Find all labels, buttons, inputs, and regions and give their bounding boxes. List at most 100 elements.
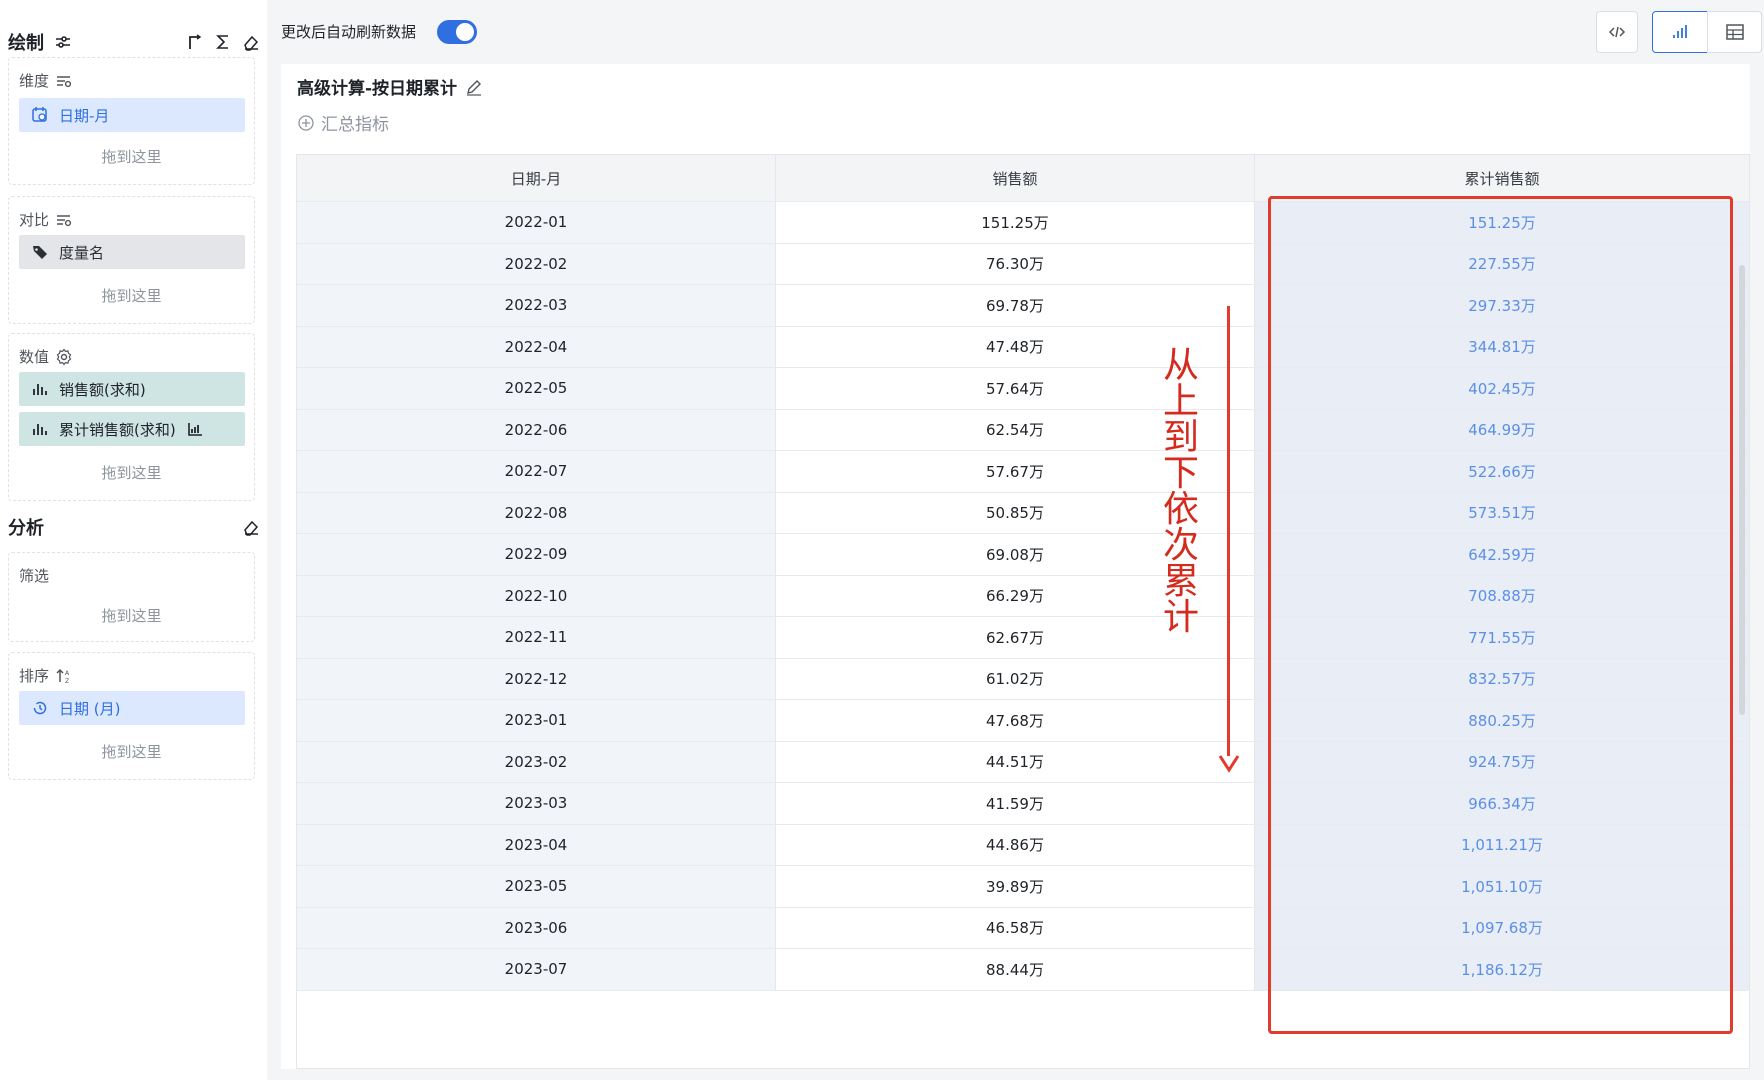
sort-title: 排序 [19, 667, 50, 685]
list-settings-icon[interactable] [55, 211, 73, 229]
sort-az-icon[interactable]: AZ [55, 667, 73, 685]
eraser-icon[interactable] [242, 518, 260, 536]
table-cell-cumulative: 1,051.10万 [1255, 866, 1749, 907]
table-cell-cumulative: 227.55万 [1255, 243, 1749, 284]
gear-icon[interactable] [55, 348, 73, 366]
table-row: 2022-06 62.54万 464.99万 [297, 409, 1749, 451]
table-row: 2022-07 57.67万 522.66万 [297, 451, 1749, 493]
annotation-arrow-line [1227, 306, 1230, 756]
table-cell-date: 2023-03 [297, 783, 776, 824]
table-cell-date: 2023-07 [297, 949, 776, 990]
table-scrollbar[interactable] [1739, 265, 1745, 715]
dimension-box: 维度 日期-月 拖到这里 [8, 57, 255, 185]
list-settings-icon[interactable] [55, 72, 73, 90]
auto-refresh-toggle[interactable] [437, 20, 477, 44]
table-cell-date: 2023-04 [297, 824, 776, 865]
bar-chart-icon [31, 420, 49, 438]
dimension-field-label: 日期-月 [59, 106, 110, 125]
draw-title: 绘制 [8, 33, 44, 54]
value-field-label-cumulative: 累计销售额(求和) [59, 420, 176, 439]
sort-field-label: 日期 (月) [59, 699, 121, 718]
table-row: 2022-05 57.64万 402.45万 [297, 368, 1749, 410]
compare-field-label: 度量名 [59, 243, 105, 262]
compare-title: 对比 [19, 211, 50, 229]
adjust-icon[interactable] [54, 33, 72, 51]
cumulative-calc-icon [186, 420, 204, 438]
table-cell-sales: 39.89万 [776, 866, 1255, 907]
table-row: 2023-05 39.89万 1,051.10万 [297, 866, 1749, 908]
compare-drop-zone[interactable]: 拖到这里 [9, 285, 254, 306]
table-row: 2022-01 151.25万 151.25万 [297, 202, 1749, 244]
compare-title-wrap: 对比 [19, 209, 73, 230]
value-field-pill-sales[interactable]: 销售额(求和) [19, 372, 245, 406]
table-cell-date: 2022-03 [297, 285, 776, 326]
table-row: 2023-03 41.59万 966.34万 [297, 783, 1749, 825]
compare-box: 对比 度量名 拖到这里 [8, 196, 255, 324]
card-title[interactable]: 高级计算-按日期累计 [297, 74, 457, 99]
dimension-drop-zone[interactable]: 拖到这里 [9, 146, 254, 167]
table-cell-sales: 76.30万 [776, 243, 1255, 284]
table-cell-sales: 47.68万 [776, 700, 1255, 741]
table-header-cumulative[interactable]: 累计销售额 [1255, 155, 1749, 201]
annotation-char: 下 [1162, 453, 1199, 494]
table-cell-cumulative: 1,011.21万 [1255, 824, 1749, 865]
table-cell-sales: 41.59万 [776, 783, 1255, 824]
chart-view-button[interactable] [1652, 11, 1708, 53]
dimension-title-wrap: 维度 [19, 70, 73, 91]
history-icon [31, 699, 49, 717]
annotation-char: 累 [1162, 561, 1199, 602]
draw-section-header: 绘制 [8, 27, 260, 57]
sigma-icon[interactable] [214, 33, 232, 51]
table-row: 2022-12 61.02万 832.57万 [297, 658, 1749, 700]
summary-metric-button[interactable]: 汇总指标 [297, 110, 389, 135]
edit-icon[interactable] [465, 78, 483, 96]
table-cell-date: 2022-06 [297, 409, 776, 450]
annotation-text: 从上到下依次累计 [1161, 348, 1201, 636]
table-cell-sales: 46.58万 [776, 907, 1255, 948]
table-header-date[interactable]: 日期-月 [297, 155, 776, 201]
toggle-knob [456, 23, 474, 41]
code-view-button[interactable] [1596, 11, 1638, 53]
table-row: 2023-04 44.86万 1,011.21万 [297, 824, 1749, 866]
table-row: 2022-08 50.85万 573.51万 [297, 492, 1749, 534]
table-cell-date: 2022-02 [297, 243, 776, 284]
corner-icon[interactable] [186, 33, 204, 51]
filter-drop-zone[interactable]: 拖到这里 [9, 605, 254, 626]
values-title: 数值 [19, 348, 50, 366]
sort-field-pill[interactable]: 日期 (月) [19, 691, 245, 725]
summary-metric-label: 汇总指标 [321, 115, 389, 135]
sort-drop-zone[interactable]: 拖到这里 [9, 741, 254, 762]
table-icon [1725, 24, 1744, 40]
table-cell-cumulative: 924.75万 [1255, 741, 1749, 782]
svg-text:A: A [65, 670, 70, 677]
table-cell-date: 2022-07 [297, 451, 776, 492]
table-row: 2022-11 62.67万 771.55万 [297, 617, 1749, 659]
app-root: 绘制 维度 日期-月 拖到这里 对比 度量名 拖到这里 数值 销售额(求和) 累… [0, 0, 1764, 1080]
table-cell-cumulative: 1,097.68万 [1255, 907, 1749, 948]
table-cell-cumulative: 880.25万 [1255, 700, 1749, 741]
table-cell-sales: 88.44万 [776, 949, 1255, 990]
table-cell-date: 2023-01 [297, 700, 776, 741]
table-cell-cumulative: 966.34万 [1255, 783, 1749, 824]
table-cell-date: 2022-12 [297, 658, 776, 699]
table-cell-date: 2023-06 [297, 907, 776, 948]
values-drop-zone[interactable]: 拖到这里 [9, 462, 254, 483]
annotation-arrow-head-icon [1218, 755, 1240, 773]
svg-text:Z: Z [65, 678, 69, 685]
plus-circle-icon [297, 114, 315, 132]
dimension-field-pill[interactable]: 日期-月 [19, 98, 245, 132]
table-cell-cumulative: 642.59万 [1255, 534, 1749, 575]
table-view-button[interactable] [1707, 11, 1762, 53]
value-field-pill-cumulative[interactable]: 累计销售额(求和) [19, 412, 245, 446]
table-cell-cumulative: 522.66万 [1255, 451, 1749, 492]
annotation-char: 计 [1162, 597, 1199, 638]
compare-field-pill[interactable]: 度量名 [19, 235, 245, 269]
table-row: 2022-02 76.30万 227.55万 [297, 243, 1749, 285]
table-header-sales[interactable]: 销售额 [776, 155, 1255, 201]
card-title-wrap: 高级计算-按日期累计 [297, 74, 483, 99]
eraser-icon[interactable] [242, 33, 260, 51]
auto-refresh-label: 更改后自动刷新数据 [281, 23, 417, 41]
tag-icon [31, 243, 49, 261]
analysis-title: 分析 [8, 518, 44, 539]
table-header-row: 日期-月 销售额 累计销售额 [297, 155, 1749, 202]
